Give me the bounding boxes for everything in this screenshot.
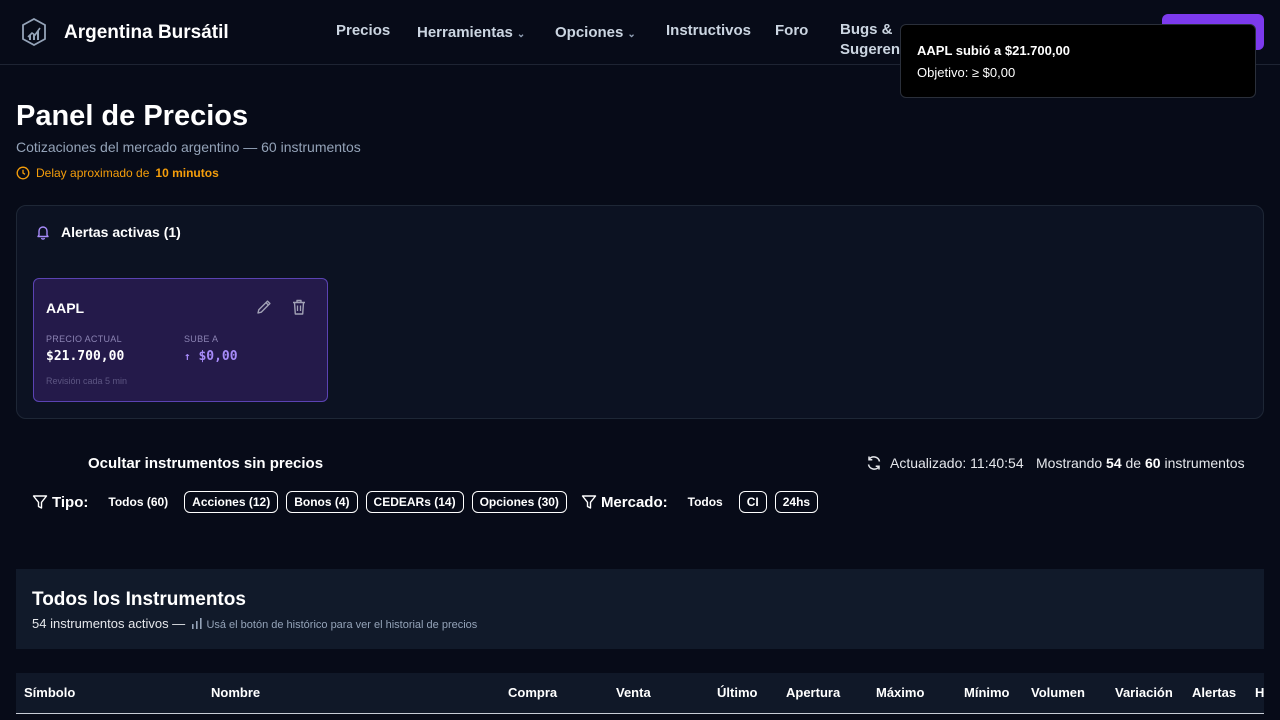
showing-total-value: 60 [1144, 455, 1161, 471]
nav-opciones-label: Opciones [555, 24, 624, 41]
nav-bugs-sugerencias[interactable]: Bugs & Sugerenc [840, 20, 908, 60]
nav-herramientas-label: Herramientas [417, 24, 513, 41]
nav-herramientas[interactable]: Herramientas ⌄ [417, 24, 525, 41]
filter-tipo-bonos[interactable]: Bonos (4) [286, 491, 358, 513]
nav-precios[interactable]: Precios [336, 22, 390, 39]
tipo-label: Tipo: [52, 493, 89, 511]
showing-count-value: 54 [1106, 455, 1122, 471]
updated-status[interactable]: Actualizado: 11:40:54 [866, 455, 1024, 471]
toast-subtitle: Objetivo: ≥ $0,00 [917, 65, 1016, 80]
brand-name[interactable]: Argentina Bursátil [64, 22, 229, 44]
tipo-filter-label: Tipo: [32, 494, 88, 511]
col-historico[interactable]: H [1255, 685, 1264, 700]
instruments-title: Todos los Instrumentos [32, 589, 246, 610]
nav-bugs-line1: Bugs & [840, 21, 893, 38]
arrow-up-icon: ↑ [184, 350, 191, 363]
nav-instructivos[interactable]: Instructivos [666, 22, 751, 39]
filter-tipo-todos[interactable]: Todos (60) [100, 491, 176, 513]
showing-count: Mostrando 54 de 60 instrumentos [1036, 455, 1245, 471]
hide-empty-toggle[interactable]: Ocultar instrumentos sin precios [88, 455, 323, 472]
trash-icon[interactable] [291, 298, 307, 316]
col-minimo[interactable]: Mínimo [964, 685, 1010, 700]
current-price-value: $21.700,00 [46, 349, 125, 364]
filter-mercado-ci[interactable]: CI [738, 491, 767, 513]
showing-suffix: instrumentos [1164, 455, 1245, 471]
page-subtitle: Cotizaciones del mercado argentino — 60 … [16, 139, 361, 155]
col-compra[interactable]: Compra [508, 685, 557, 700]
alerts-panel: Alertas activas (1) AAPL PRECIO ACTUAL $… [16, 205, 1264, 419]
filter-icon [32, 495, 48, 509]
brand-logo-icon[interactable] [22, 18, 46, 46]
filter-icon [581, 495, 597, 509]
delay-notice: Delay aproximado de 10 minutos [16, 166, 219, 180]
target-value: $0,00 [198, 349, 238, 364]
alert-symbol: AAPL [46, 300, 85, 316]
instruments-count: 54 instrumentos activos — [32, 616, 186, 631]
col-venta[interactable]: Venta [616, 685, 651, 700]
filter-tipo-acciones[interactable]: Acciones (12) [184, 491, 279, 513]
filter-mercado-todos[interactable]: Todos [680, 491, 731, 513]
target-label: SUBE A [184, 334, 219, 344]
col-ultimo[interactable]: Último [717, 685, 757, 700]
delay-value: 10 minutos [155, 166, 219, 180]
showing-mid: de [1125, 455, 1142, 471]
showing-prefix: Mostrando [1036, 455, 1103, 471]
mercado-label: Mercado: [600, 493, 668, 511]
alerts-header-label: Alertas activas (1) [61, 224, 181, 240]
col-simbolo[interactable]: Símbolo [24, 685, 75, 700]
delay-prefix: Delay aproximado de [36, 166, 150, 180]
filter-tipo-cedears[interactable]: CEDEARs (14) [365, 491, 464, 513]
alert-toast[interactable]: AAPL subió a $21.700,00 Objetivo: ≥ $0,0… [900, 24, 1256, 98]
nav-foro[interactable]: Foro [775, 22, 808, 39]
col-variacion[interactable]: Variación [1115, 685, 1173, 700]
instruments-subtitle: 54 instrumentos activos — Usá el botón d… [32, 616, 477, 631]
updated-text: Actualizado: 11:40:54 [890, 455, 1024, 471]
col-volumen[interactable]: Volumen [1031, 685, 1085, 700]
filter-mercado-24hs[interactable]: 24hs [774, 491, 819, 513]
bell-icon [37, 226, 49, 240]
mercado-filter-label: Mercado: [581, 494, 668, 511]
current-price-label: PRECIO ACTUAL [46, 334, 122, 344]
table-header-row: Símbolo Nombre Compra Venta Último Apert… [16, 673, 1264, 714]
col-apertura[interactable]: Apertura [786, 685, 840, 700]
alert-card: AAPL PRECIO ACTUAL $21.700,00 SUBE A ↑ $… [33, 278, 328, 402]
filter-tipo-opciones[interactable]: Opciones (30) [471, 491, 567, 513]
pencil-icon[interactable] [255, 298, 273, 316]
alerts-header[interactable]: Alertas activas (1) [35, 224, 181, 240]
filter-bar: Tipo: Todos (60) Acciones (12) Bonos (4)… [32, 491, 826, 513]
chevron-down-icon: ⌄ [627, 29, 636, 40]
refresh-icon [867, 456, 881, 470]
col-maximo[interactable]: Máximo [876, 685, 924, 700]
toast-title: AAPL subió a $21.700,00 [917, 43, 1070, 58]
instruments-section-header: Todos los Instrumentos 54 instrumentos a… [16, 569, 1264, 649]
clock-icon [16, 166, 30, 180]
nav-bugs-line2: Sugerenc [840, 41, 909, 58]
page-title: Panel de Precios [16, 100, 249, 132]
chevron-down-icon: ⌄ [516, 29, 526, 40]
target-value-group: ↑ $0,00 [184, 349, 238, 364]
nav-opciones[interactable]: Opciones ⌄ [555, 24, 636, 41]
revision-note: Revisión cada 5 min [46, 376, 128, 386]
col-nombre[interactable]: Nombre [211, 685, 260, 700]
history-hint: Usá el botón de histórico para ver el hi… [206, 619, 478, 631]
bar-chart-icon [191, 618, 202, 629]
col-alertas[interactable]: Alertas [1192, 685, 1236, 700]
